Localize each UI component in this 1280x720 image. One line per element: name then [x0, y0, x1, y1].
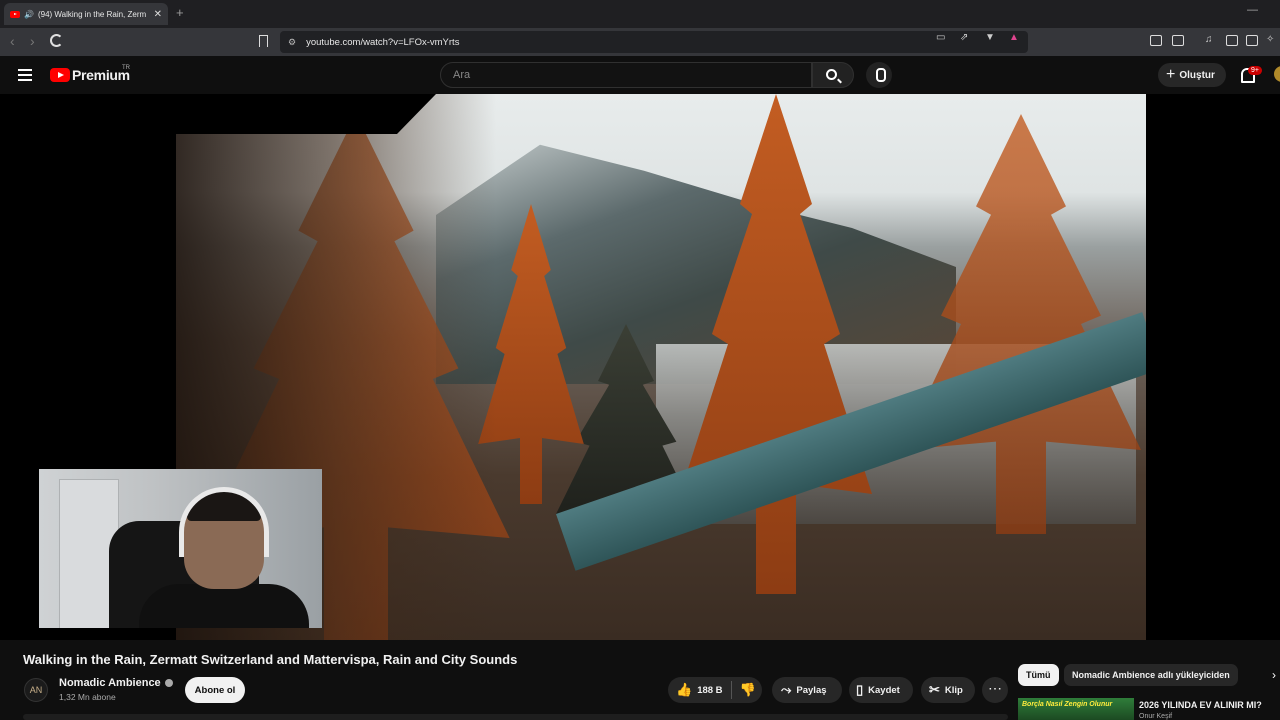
chevron-right-icon[interactable]: ›	[1272, 668, 1276, 682]
youtube-favicon-icon	[10, 10, 20, 18]
notification-badge: 9+	[1248, 66, 1262, 75]
person-body	[139, 584, 309, 628]
save-button[interactable]: ▯ Kaydet	[849, 677, 913, 703]
headset	[179, 487, 269, 557]
youtube-header: Premium TR Ara + Oluştur	[0, 56, 1280, 94]
like-count[interactable]: 188 B	[697, 685, 722, 696]
channel-name: Nomadic Ambience	[59, 677, 161, 689]
channel-avatar[interactable]: AN	[24, 678, 48, 702]
search-button[interactable]	[812, 62, 854, 88]
webcam-overlay	[39, 469, 322, 628]
browser-tab-bar: 🔊 (94) Walking in the Rain, Zerm ✕ + —	[0, 0, 1280, 28]
brave-shield-icon[interactable]: ▼	[985, 32, 995, 43]
reader-icon[interactable]	[1172, 35, 1184, 46]
forward-icon[interactable]: ›	[30, 33, 35, 49]
wallet-icon[interactable]	[1246, 35, 1258, 46]
rewards-icon[interactable]: ▲	[1009, 32, 1019, 43]
share-icon: ⤳	[781, 682, 792, 697]
tab-close-icon[interactable]: ✕	[154, 9, 162, 20]
sidebar-icon[interactable]	[1226, 35, 1238, 46]
address-bar[interactable]: ⚙ youtube.com/watch?v=LFOx-vmYrts	[280, 31, 1028, 53]
scissors-icon: ✂	[929, 682, 940, 697]
share-label: Paylaş	[796, 684, 827, 696]
create-label: Oluştur	[1179, 69, 1215, 81]
plus-icon: +	[1166, 66, 1176, 83]
music-icon[interactable]: ♫	[1205, 34, 1213, 45]
description-box[interactable]	[23, 714, 1008, 720]
create-button[interactable]: + Oluştur	[1158, 63, 1226, 87]
browser-tab[interactable]: 🔊 (94) Walking in the Rain, Zerm ✕	[4, 3, 168, 25]
leo-icon[interactable]: ✧	[1266, 34, 1274, 45]
extensions-icon[interactable]	[1150, 35, 1162, 46]
search-icon	[826, 69, 837, 80]
search-input[interactable]: Ara	[440, 62, 812, 88]
menu-icon[interactable]	[18, 69, 32, 81]
recommendation-thumbnail[interactable]: Borçla Nasıl Zengin Olunur	[1018, 698, 1134, 720]
more-actions-button[interactable]: ⋯	[982, 677, 1008, 703]
thumbnail-text: Borçla Nasıl Zengin Olunur	[1022, 701, 1113, 708]
save-icon: ▯	[856, 682, 864, 697]
recommendation-channel[interactable]: Onur Keşif	[1139, 713, 1172, 720]
youtube-play-icon	[50, 68, 70, 82]
cast-icon[interactable]: ▭	[936, 32, 945, 43]
voice-search-icon[interactable]	[866, 62, 892, 88]
tab-title: (94) Walking in the Rain, Zerm	[37, 9, 147, 19]
bookmark-icon[interactable]	[259, 35, 268, 47]
browser-toolbar: ‹ › ⚙ youtube.com/watch?v=LFOx-vmYrts ▭ …	[0, 28, 1280, 56]
site-info-icon[interactable]: ⚙	[288, 37, 296, 48]
subscribe-button[interactable]: Abone ol	[185, 677, 245, 703]
new-tab-button[interactable]: +	[176, 5, 184, 20]
verified-icon	[164, 679, 173, 687]
chip-all[interactable]: Tümü	[1018, 664, 1059, 686]
share-page-icon[interactable]: ⇗	[960, 32, 968, 43]
chip-channel-uploads[interactable]: Nomadic Ambience adlı yükleyiciden	[1064, 664, 1238, 686]
back-icon[interactable]: ‹	[10, 33, 15, 49]
like-dislike-group: 👍 188 B 👎	[668, 677, 762, 703]
channel-name-link[interactable]: Nomadic Ambience	[59, 677, 173, 689]
speaker-icon[interactable]: 🔊	[24, 10, 34, 19]
youtube-premium-logo[interactable]: Premium TR	[50, 65, 130, 83]
clip-label: Klip	[944, 684, 963, 696]
recommendation-title[interactable]: 2026 YILINDA EV ALINIR MI?	[1139, 700, 1262, 710]
divider	[730, 681, 732, 699]
subscriber-count: 1,32 Mn abone	[59, 692, 116, 702]
like-icon[interactable]: 👍	[676, 682, 692, 698]
save-label: Kaydet	[868, 684, 900, 696]
dislike-icon[interactable]: 👎	[740, 682, 756, 698]
region-code: TR	[122, 65, 130, 71]
share-button[interactable]: ⤳ Paylaş	[772, 677, 842, 703]
clip-button[interactable]: ✂ Klip	[921, 677, 975, 703]
minimize-button[interactable]: —	[1247, 4, 1258, 16]
reload-icon[interactable]	[50, 34, 63, 47]
shadow-overlay	[176, 94, 436, 134]
url-text: youtube.com/watch?v=LFOx-vmYrts	[306, 36, 460, 48]
video-title: Walking in the Rain, Zermatt Switzerland…	[23, 652, 518, 667]
